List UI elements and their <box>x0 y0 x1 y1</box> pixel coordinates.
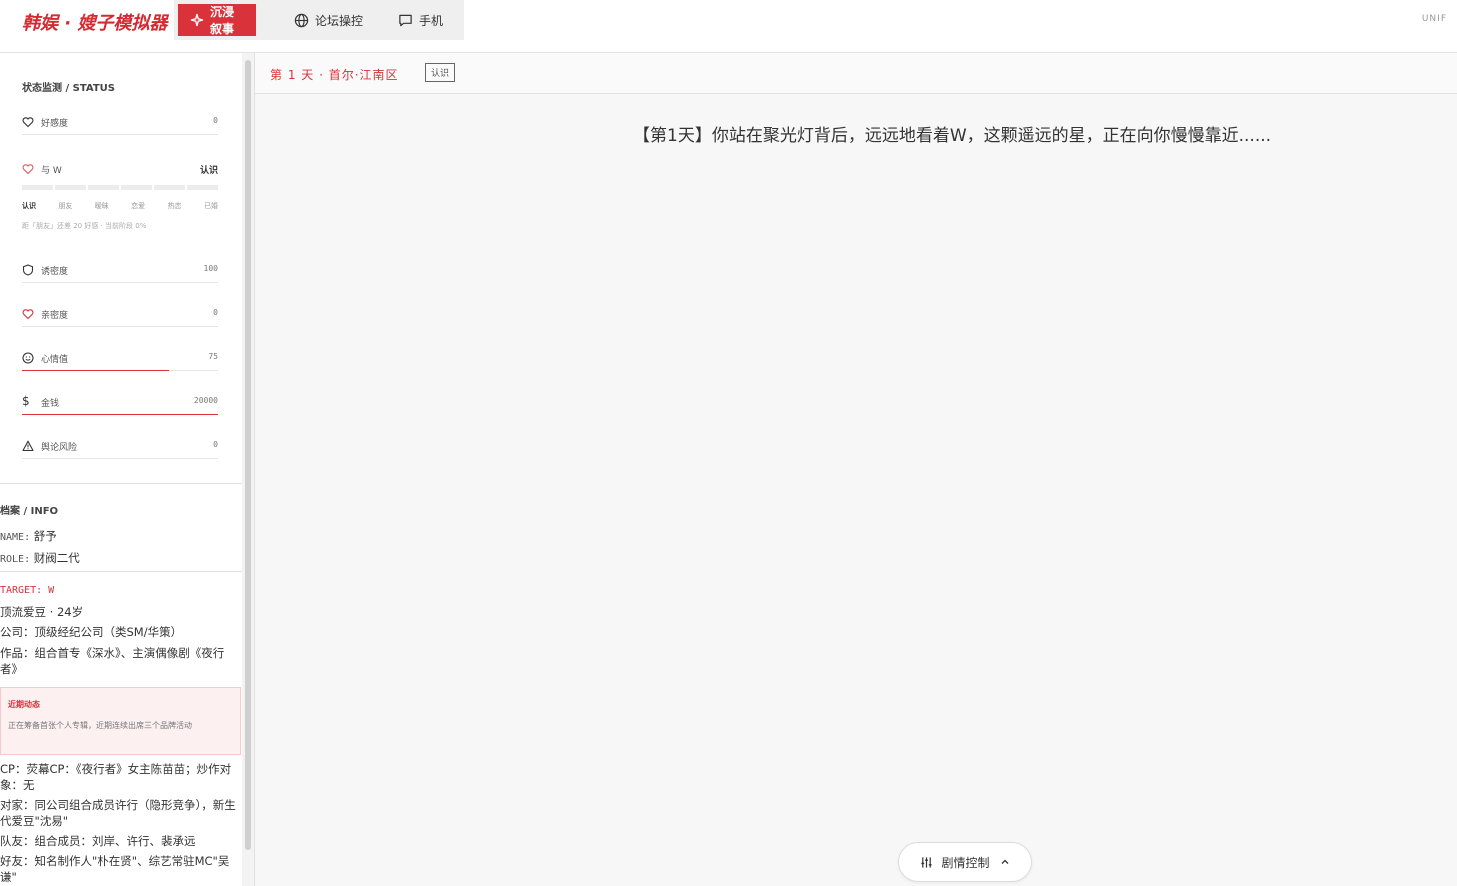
header-right-text: UNIF <box>1421 14 1447 24</box>
target-rival: 对家：同公司组合成员许行（隐形竞争），新生代爱豆"沈易" <box>0 798 236 828</box>
stat-label: 金钱 <box>41 399 60 409</box>
relation-progress <box>22 185 218 190</box>
target-friends: 好友：知名制作人"朴在贤"、综艺常驻MC"吴谦" <box>0 854 230 884</box>
story-text: 【第1天】你站在聚光灯背后，远远地看着W，这颗遥远的星，正在向你慢慢靠近....… <box>633 126 1272 146</box>
breadcrumb-bar: 第 1 天 · 首尔·江南区 认识 <box>255 53 1457 94</box>
recent-body: 正在筹备首张个人专辑，近期连续出席三个品牌活动 <box>8 721 192 730</box>
nav-immersive-story[interactable]: 沉浸叙事 <box>178 4 256 36</box>
top-bar: 韩娱 · 嫂子模拟器 沉浸叙事 论坛操控 手机 UNIF <box>0 0 1457 53</box>
stat-label: 亲密度 <box>41 311 69 321</box>
stat-label: 诱密度 <box>41 267 69 277</box>
heart-icon <box>22 116 34 128</box>
money-bar-fill <box>22 414 218 415</box>
target-company: 公司：顶级经纪公司（类SM/华策） <box>0 625 183 639</box>
stage-label: 恋爱 <box>131 202 146 210</box>
info-key: NAME: <box>0 532 31 543</box>
nav-label: 沉浸叙事 <box>210 5 235 36</box>
nav-label: 论坛操控 <box>315 13 364 28</box>
info-value: 舒予 <box>33 529 57 543</box>
nav-phone[interactable]: 手机 <box>398 4 443 36</box>
section-divider <box>0 483 242 484</box>
shield-icon <box>22 264 34 276</box>
stage-label: 热恋 <box>167 202 182 210</box>
info-value: 财阀二代 <box>33 551 80 565</box>
target-works: 作品：组合首专《深水》、主演偶像剧《夜行者》 <box>0 646 225 676</box>
smile-icon <box>22 352 34 364</box>
stat-mood: 心情值 75 <box>22 350 218 371</box>
info-section-title: 档案 / INFO <box>0 506 59 517</box>
target-teammates: 队友：组合成员：刘岸、许行、裴承远 <box>0 834 196 848</box>
stat-favor: 好感度 0 <box>22 114 218 135</box>
stat-value: 0 <box>213 116 218 125</box>
relation-target: 与 W <box>41 166 62 176</box>
info-role: ROLE: 财阀二代 <box>0 550 80 566</box>
recent-activity-card: 近期动态 正在筹备首张个人专辑，近期连续出席三个品牌活动 <box>0 687 241 755</box>
plot-control-label: 剧情控制 <box>941 855 990 870</box>
stat-safety: 诱密度 100 <box>22 262 218 283</box>
chevron-up-icon <box>1000 857 1010 867</box>
story-area: 【第1天】你站在聚光灯背后，远远地看着W，这颗遥远的星，正在向你慢慢靠近....… <box>255 94 1457 886</box>
stat-value: 0 <box>213 308 218 317</box>
stat-value: 0 <box>213 440 218 449</box>
stat-value: 100 <box>203 264 218 273</box>
sparkle-icon <box>190 13 204 27</box>
stat-label: 心情值 <box>41 355 69 365</box>
stat-value: 75 <box>208 352 218 361</box>
stat-label: 舆论风险 <box>41 443 78 453</box>
stage-label: 暧昧 <box>94 202 109 210</box>
mood-bar-fill <box>22 370 169 371</box>
target-description: 顶流爱豆 · 24岁 <box>0 605 84 619</box>
sidebar-scroll-thumb[interactable] <box>245 60 251 850</box>
heart-icon <box>22 308 34 320</box>
nav-label: 手机 <box>419 13 444 28</box>
relation-stages: 认识 朋友 暧昧 恋爱 热恋 已婚 <box>22 201 218 211</box>
target-cp: CP：荧幕CP：《夜行者》女主陈苗苗；炒作对象：无 <box>0 762 232 792</box>
dollar-icon: $ <box>22 394 30 408</box>
section-divider <box>0 571 242 572</box>
status-section-title: 状态监测 / STATUS <box>22 83 115 94</box>
warning-icon <box>22 440 34 452</box>
stat-risk: 舆论风险 0 <box>22 438 218 459</box>
plot-control-button[interactable]: 剧情控制 <box>898 842 1032 882</box>
relation-header: 与 W 认识 <box>22 163 218 177</box>
relation-tag: 认识 <box>425 63 456 82</box>
relation-level: 认识 <box>199 166 218 176</box>
sliders-icon <box>920 856 933 869</box>
stage-label: 朋友 <box>58 202 73 210</box>
chat-bubble-icon <box>398 13 413 28</box>
nav-group: 沉浸叙事 论坛操控 手机 <box>174 0 464 40</box>
info-name: NAME: 舒予 <box>0 528 57 544</box>
status-sidebar: 状态监测 / STATUS 好感度 0 与 W 认识 认识 朋友 暧昧 恋爱 热… <box>0 53 242 886</box>
target-label: TARGET: W <box>0 585 55 596</box>
nav-forum-control[interactable]: 论坛操控 <box>294 4 363 36</box>
info-key: ROLE: <box>0 554 31 565</box>
heart-icon <box>22 163 34 178</box>
stat-label: 好感度 <box>41 119 69 129</box>
recent-title: 近期动态 <box>8 700 40 709</box>
breadcrumb: 第 1 天 · 首尔·江南区 <box>270 68 399 82</box>
stat-money: $ 金钱 20000 <box>22 394 218 415</box>
app-logo[interactable]: 韩娱 · 嫂子模拟器 <box>22 9 167 35</box>
stat-intimacy: 亲密度 0 <box>22 306 218 327</box>
globe-icon <box>294 13 309 28</box>
stage-label: 已婚 <box>203 202 218 210</box>
stage-label: 认识 <box>22 202 36 210</box>
stat-value: 20000 <box>193 396 218 405</box>
relation-hint: 距「朋友」还差 20 好感 · 当前阶段 0% <box>22 222 147 230</box>
